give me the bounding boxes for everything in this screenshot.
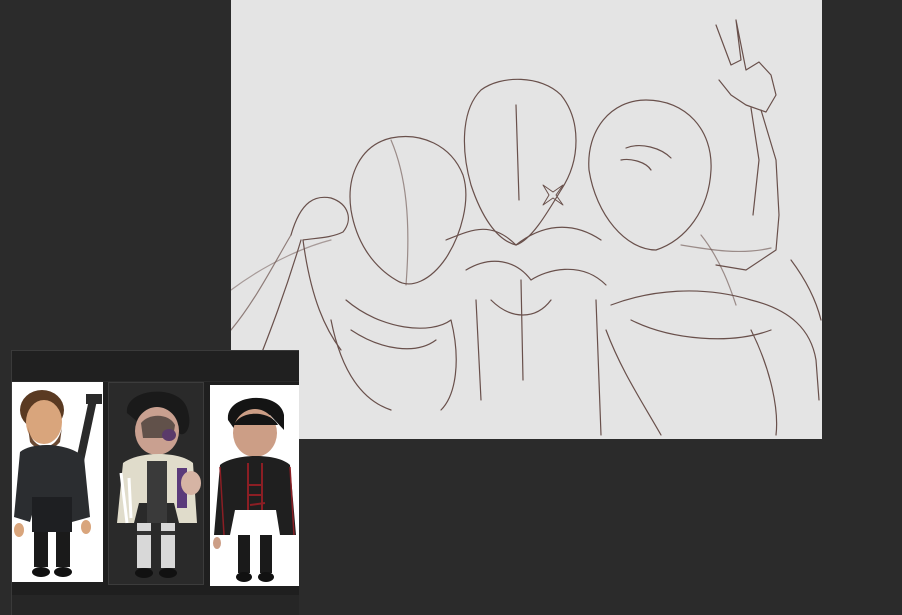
reference-panel-header[interactable] bbox=[12, 351, 299, 382]
reference-image-young-character[interactable] bbox=[210, 385, 299, 586]
scarred-character-image bbox=[109, 383, 203, 584]
reference-panel-footer bbox=[12, 595, 299, 615]
bearded-character-image bbox=[12, 382, 103, 582]
sketch-artwork bbox=[231, 19, 822, 436]
reference-image-scarred-character[interactable] bbox=[108, 382, 204, 585]
reference-panel bbox=[11, 350, 299, 615]
reference-image-bearded-character[interactable] bbox=[12, 382, 103, 582]
canvas-workspace[interactable] bbox=[0, 0, 902, 615]
young-character-image bbox=[210, 385, 299, 586]
drawing-canvas[interactable] bbox=[231, 0, 822, 439]
